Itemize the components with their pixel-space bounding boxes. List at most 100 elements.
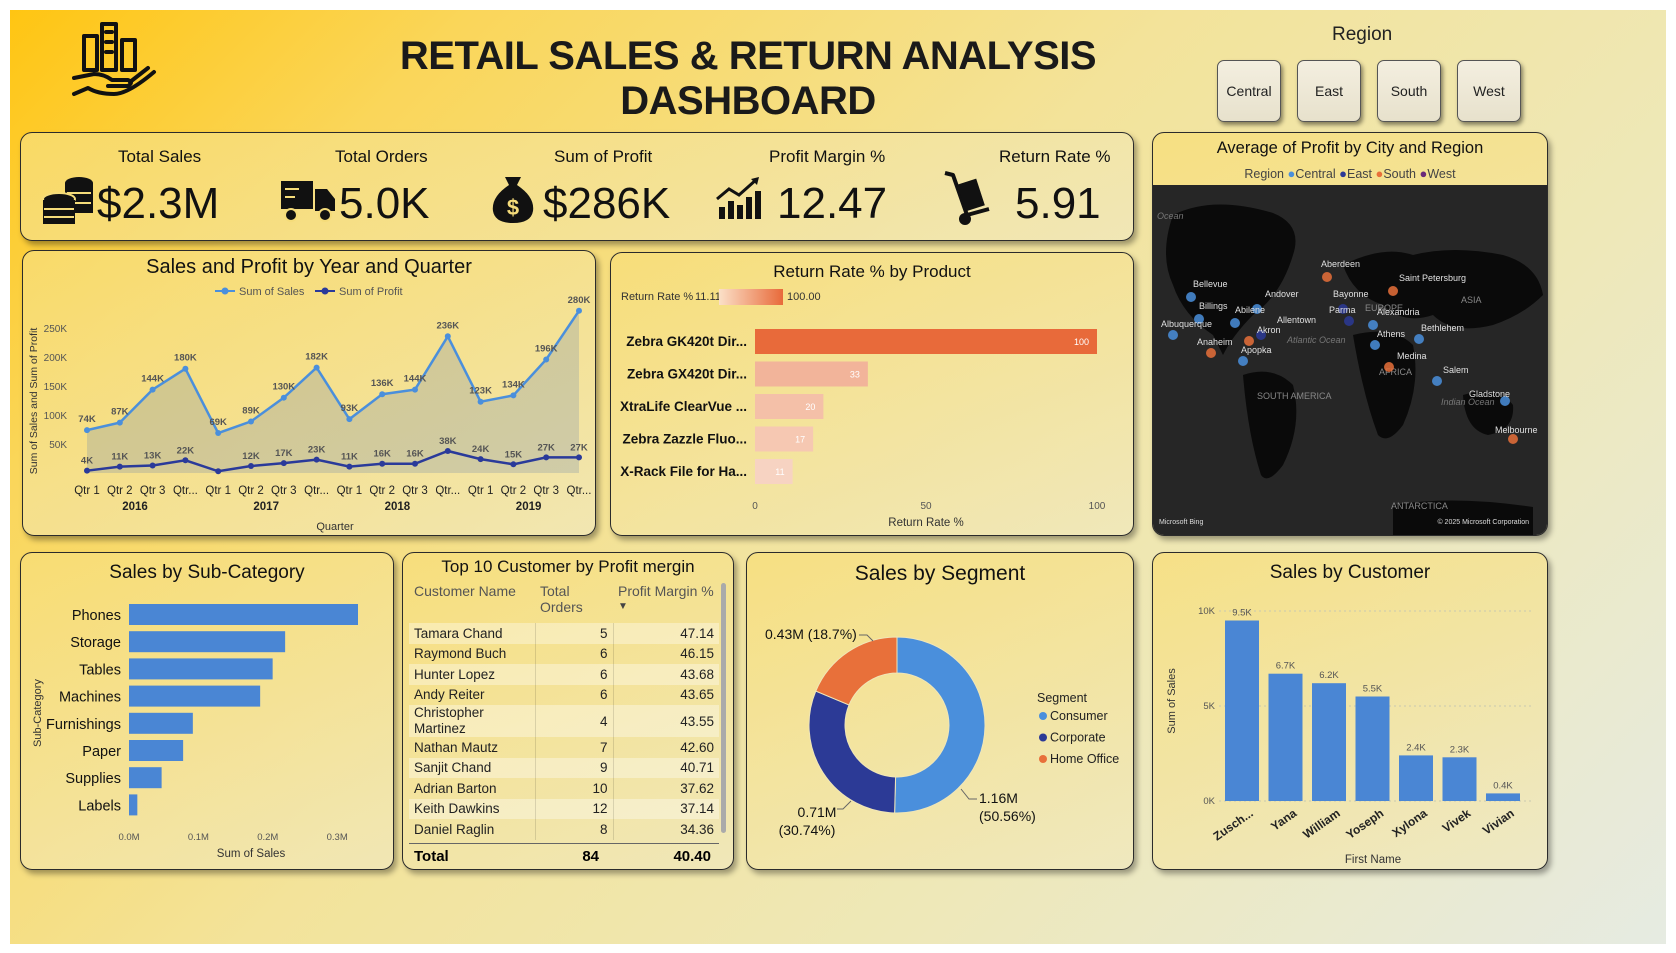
- profit-point[interactable]: [215, 468, 222, 475]
- segment-slice-corporate[interactable]: [808, 690, 897, 814]
- table-row[interactable]: Tamara Chand 5 47.14: [409, 623, 719, 644]
- profit-margin-cell: 37.14: [612, 798, 719, 819]
- city-dot[interactable]: [1388, 286, 1398, 296]
- customer-bar[interactable]: [1486, 793, 1520, 801]
- customer-bar[interactable]: [1355, 696, 1390, 802]
- sort-desc-icon[interactable]: ▼: [618, 601, 714, 612]
- sales-point[interactable]: [182, 365, 189, 372]
- profit-point[interactable]: [346, 463, 353, 470]
- table-row[interactable]: Keith Dawkins 12 37.14: [409, 798, 719, 819]
- sales-point[interactable]: [280, 394, 287, 401]
- profit-point[interactable]: [444, 447, 451, 454]
- table-scrollbar[interactable]: [721, 583, 726, 833]
- table-row[interactable]: Nathan Mautz 7 42.60: [409, 737, 719, 758]
- sales-point[interactable]: [379, 391, 386, 398]
- profit-point[interactable]: [379, 460, 386, 467]
- region-button-south[interactable]: South: [1377, 60, 1441, 122]
- table-row[interactable]: Adrian Barton 10 37.62: [409, 778, 719, 799]
- subcategory-bar[interactable]: [129, 631, 286, 653]
- city-dot[interactable]: [1370, 340, 1380, 350]
- col-header-customer-name[interactable]: Customer Name: [409, 583, 535, 623]
- city-dot[interactable]: [1206, 348, 1216, 358]
- subcategory-bar[interactable]: [129, 685, 261, 707]
- city-dot[interactable]: [1344, 316, 1354, 326]
- profit-point[interactable]: [477, 456, 484, 463]
- subcategory-bar[interactable]: [129, 740, 184, 761]
- col-header-profit-margin[interactable]: Profit Margin % ▼: [613, 583, 719, 623]
- city-dot[interactable]: [1186, 292, 1196, 302]
- subcategory-bar[interactable]: [129, 794, 138, 816]
- region-button-central[interactable]: Central: [1217, 60, 1281, 122]
- sales-point[interactable]: [313, 364, 320, 371]
- profit-point[interactable]: [248, 463, 254, 470]
- profit-point[interactable]: [313, 456, 320, 463]
- profit-point[interactable]: [280, 460, 287, 467]
- profit-point[interactable]: [116, 463, 123, 470]
- consumer-percent-label: (50.56%): [979, 808, 1036, 824]
- sales-point[interactable]: [412, 386, 418, 393]
- sales-point[interactable]: [346, 416, 353, 423]
- city-dot[interactable]: [1238, 356, 1248, 366]
- sales-point[interactable]: [510, 392, 517, 399]
- sales-point[interactable]: [248, 418, 254, 425]
- sales-point[interactable]: [215, 430, 222, 437]
- table-row[interactable]: Raymond Buch 6 46.15: [409, 643, 719, 664]
- profit-margin-cell: 43.68: [612, 664, 719, 685]
- segment-svg[interactable]: 1.16M(50.56%)0.71M(30.74%)0.43M (18.7%)S…: [747, 553, 1133, 869]
- customer-bar[interactable]: [1312, 683, 1346, 801]
- profit-point[interactable]: [182, 457, 189, 464]
- sales-point[interactable]: [149, 386, 156, 393]
- return-rate-bar[interactable]: [755, 459, 793, 484]
- customer-bar[interactable]: [1442, 757, 1477, 801]
- city-dot[interactable]: [1432, 376, 1442, 386]
- city-dot[interactable]: [1508, 434, 1518, 444]
- profit-point[interactable]: [84, 467, 90, 474]
- subcategory-bar[interactable]: [129, 604, 358, 625]
- region-button-east[interactable]: East: [1297, 60, 1361, 122]
- customer-bar[interactable]: [1399, 755, 1433, 801]
- city-dot[interactable]: [1414, 334, 1424, 344]
- subcategory-bar[interactable]: [129, 767, 162, 789]
- sales-point[interactable]: [576, 307, 582, 314]
- table-row[interactable]: Daniel Raglin 8 34.36: [409, 819, 719, 840]
- map-card[interactable]: Average of Profit by City and Region Reg…: [1152, 132, 1548, 536]
- sales-point[interactable]: [84, 427, 90, 434]
- customer-bar[interactable]: [1268, 673, 1303, 801]
- city-dot[interactable]: [1230, 318, 1240, 328]
- table-row[interactable]: Christopher Martinez 4 43.55: [409, 705, 719, 737]
- profit-point[interactable]: [543, 454, 550, 461]
- world-map[interactable]: Ocean Atlantic Ocean Indian Ocean SOUTH …: [1153, 185, 1547, 535]
- city-dot[interactable]: [1168, 330, 1178, 340]
- region-button-west[interactable]: West: [1457, 60, 1521, 122]
- table-row[interactable]: Andy Reiter 6 43.65: [409, 684, 719, 705]
- city-dot[interactable]: [1384, 362, 1394, 372]
- subcategory-svg[interactable]: Sub-Category Phones Storage Tables Machines F…: [21, 553, 393, 869]
- table-row[interactable]: Hunter Lopez 6 43.68: [409, 664, 719, 685]
- profit-point[interactable]: [576, 454, 582, 461]
- sales-point[interactable]: [543, 356, 550, 363]
- table-row[interactable]: Sanjit Chand 9 40.71: [409, 757, 719, 778]
- customer-chart-svg[interactable]: Sum of Sales 0K 5K 10K 9.5K Zusch... 6.7K Yana 6…: [1153, 553, 1547, 869]
- segment-slice-consumer[interactable]: [894, 636, 986, 814]
- return-rate-svg[interactable]: Return Rate % 11.11 100.00Zebra GK420t Dir…: [611, 253, 1133, 535]
- profit-point[interactable]: [149, 462, 156, 469]
- profit-point[interactable]: [412, 460, 418, 467]
- segment-slice-home-office[interactable]: [815, 636, 898, 706]
- segment-legend-label[interactable]: Consumer: [1050, 709, 1108, 723]
- subcategory-bar[interactable]: [129, 658, 273, 680]
- total-orders-cell: 8: [534, 819, 613, 840]
- profit-point[interactable]: [510, 461, 517, 468]
- subcategory-bar[interactable]: [129, 712, 193, 734]
- segment-legend-label[interactable]: Corporate: [1050, 731, 1106, 745]
- line-chart-svg[interactable]: Sum of Sales Sum of Profit Sum of Sales an…: [23, 251, 595, 535]
- customer-table[interactable]: Customer Name Total Orders Profit Margin…: [409, 583, 726, 840]
- sales-point[interactable]: [444, 333, 451, 340]
- customer-bar[interactable]: [1225, 620, 1259, 802]
- segment-legend-label[interactable]: Home Office: [1050, 752, 1119, 766]
- col-header-total-orders[interactable]: Total Orders: [535, 583, 613, 623]
- return-rate-bar[interactable]: [755, 329, 1097, 354]
- sales-point[interactable]: [116, 419, 123, 426]
- city-dot[interactable]: [1322, 272, 1332, 282]
- map-legend-south: South: [1383, 167, 1417, 181]
- sales-point[interactable]: [477, 398, 484, 405]
